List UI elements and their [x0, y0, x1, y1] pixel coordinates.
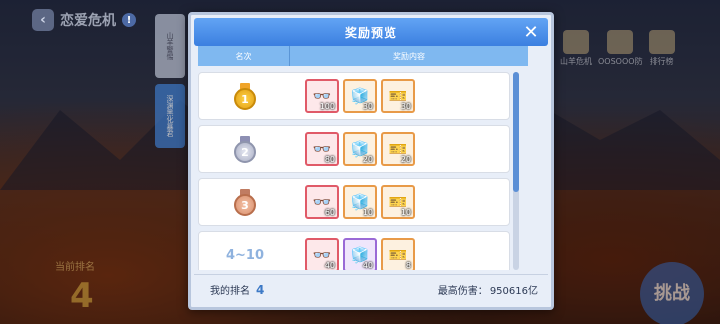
ticket-icon: 🎫 [388, 245, 408, 264]
max-damage-label: 最高伤害： [437, 286, 488, 297]
challenge-button[interactable]: 挑战 [640, 262, 704, 324]
right-icon-3[interactable]: 排行榜 [648, 30, 675, 67]
bronze-medal-icon: 3 [234, 189, 256, 216]
reward-item[interactable]: 👓 100 [305, 79, 339, 113]
modal-title: 奖励预览 [344, 25, 397, 40]
silver-medal-icon: 2 [234, 136, 256, 163]
item-quantity: 8 [405, 261, 411, 270]
scrollbar-thumb[interactable] [513, 72, 519, 192]
item-quantity: 60 [324, 208, 335, 217]
reward-item[interactable]: 🧊 40 [343, 238, 377, 270]
reward-row: 1 👓 100 🧊 30 🎫 30 [198, 72, 510, 120]
modal-footer: 我的排名 4 最高伤害： 950616亿 [194, 274, 548, 304]
reward-items: 👓 40 🧊 40 🎫 8 [305, 238, 415, 270]
reward-item[interactable]: 🎫 20 [381, 132, 415, 166]
current-rank-value: 4 [70, 276, 94, 316]
item-quantity: 10 [362, 208, 373, 217]
right-icon-2[interactable]: OOSOOO防 [598, 30, 643, 67]
item-quantity: 20 [400, 155, 411, 164]
rank-cell: 3 [199, 189, 291, 216]
reward-item[interactable]: 🎫 8 [381, 238, 415, 270]
current-rank-label: 当前排名 [55, 262, 95, 273]
item-quantity: 40 [362, 261, 373, 270]
reward-item[interactable]: 👓 40 [305, 238, 339, 270]
reward-item[interactable]: 🎫 10 [381, 185, 415, 219]
side-tab-1[interactable]: 山羊警惕 [155, 14, 185, 78]
reward-item[interactable]: 🧊 20 [343, 132, 377, 166]
side-tabs: 山羊警惕 深渊黑化暴君 [155, 14, 185, 154]
item-quantity: 40 [324, 261, 335, 270]
my-rank-label: 我的排名 [210, 286, 250, 297]
item-quantity: 30 [362, 102, 373, 111]
reward-row: 3 👓 60 🧊 10 🎫 10 [198, 178, 510, 226]
back-button[interactable]: ‹ [32, 9, 54, 31]
reward-item[interactable]: 🎫 30 [381, 79, 415, 113]
gold-medal-icon: 1 [234, 83, 256, 110]
side-tab-2[interactable]: 深渊黑化暴君 [155, 84, 185, 148]
medal-number: 1 [234, 88, 256, 110]
column-rewards: 奖励内容 [393, 51, 425, 61]
modal-header: 奖励预览 ✕ [194, 18, 548, 46]
right-icon-label-1: 山羊危机 [560, 57, 592, 66]
column-rank: 名次 [198, 46, 290, 66]
reward-items: 👓 60 🧊 10 🎫 10 [305, 185, 415, 219]
close-icon[interactable]: ✕ [520, 21, 542, 43]
max-damage-value: 950616亿 [489, 286, 538, 297]
reward-item[interactable]: 👓 60 [305, 185, 339, 219]
medal-number: 3 [234, 194, 256, 216]
reward-items: 👓 80 🧊 20 🎫 20 [305, 132, 415, 166]
help-icon[interactable]: ! [122, 13, 136, 27]
right-icon-label-2: OOSOOO防 [598, 57, 643, 66]
rank-cell: 2 [199, 136, 291, 163]
right-icon-1[interactable]: 山羊危机 [560, 30, 592, 67]
rank-cell: 1 [199, 83, 291, 110]
reward-row: 4~10 👓 40 🧊 40 🎫 8 [198, 231, 510, 270]
item-quantity: 30 [400, 102, 411, 111]
item-quantity: 10 [400, 208, 411, 217]
rank-cell: 4~10 [199, 248, 291, 263]
game-title: 恋爱危机 [60, 13, 116, 29]
item-quantity: 20 [362, 155, 373, 164]
reward-row: 2 👓 80 🧊 20 🎫 20 [198, 125, 510, 173]
leaderboard-icon [648, 30, 675, 54]
reward-item[interactable]: 🧊 10 [343, 185, 377, 219]
right-icon-label-3: 排行榜 [649, 57, 674, 66]
item-quantity: 100 [319, 102, 335, 111]
reward-item[interactable]: 🧊 30 [343, 79, 377, 113]
reward-preview-modal: 奖励预览 ✕ 名次 奖励内容 1 👓 100 🧊 30 🎫 30 2 👓 80 🧊 20 🎫 20 3 👓 60… [188, 12, 554, 310]
rank-range-text: 4~10 [225, 247, 265, 263]
shield-icon [607, 30, 634, 54]
my-rank-value: 4 [256, 282, 265, 297]
column-header: 名次 奖励内容 [198, 46, 528, 66]
reward-items: 👓 100 🧊 30 🎫 30 [305, 79, 415, 113]
item-quantity: 80 [324, 155, 335, 164]
right-icon-group: 山羊危机 OOSOOO防 排行榜 [560, 30, 675, 67]
reward-item[interactable]: 👓 80 [305, 132, 339, 166]
scrollbar[interactable] [513, 72, 519, 270]
trophy-icon [563, 30, 589, 54]
reward-list[interactable]: 1 👓 100 🧊 30 🎫 30 2 👓 80 🧊 20 🎫 20 3 👓 60 🧊 10 🎫 10 4~10 👓 40 🧊 4… [198, 72, 510, 270]
medal-number: 2 [234, 141, 256, 163]
